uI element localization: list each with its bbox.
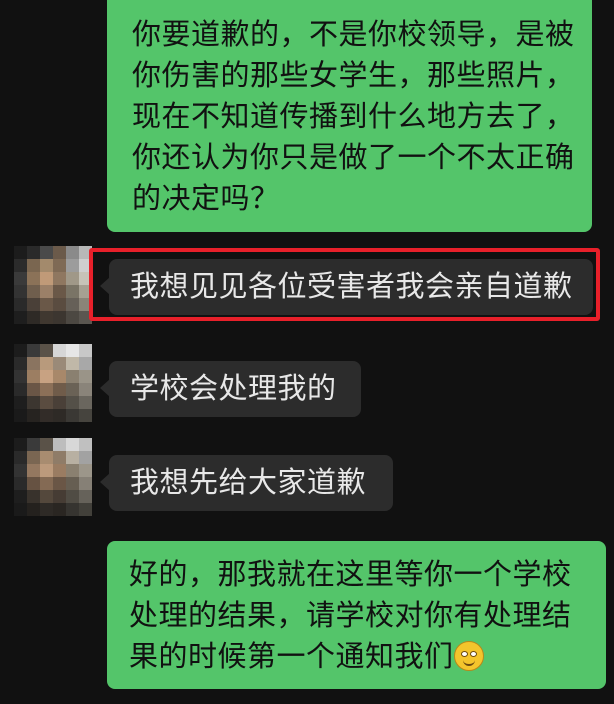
message-line: 果的时候第一个通知我们 <box>129 636 606 677</box>
message-line: 好的，那我就在这里等你一个学校 <box>129 557 572 591</box>
message-bubble-incoming[interactable]: 我想先给大家道歉 <box>109 455 393 511</box>
message-line: 你还认为你只是做了一个不太正确 <box>132 140 575 174</box>
message-line: 的决定吗？ <box>132 181 280 215</box>
message-text: 学校会处理我的 <box>130 371 337 405</box>
chat-window: 你要道歉的，不是你校领导，是被 你伤害的那些女学生，那些照片， 现在不知道传播到… <box>0 0 614 704</box>
highlight-box <box>89 248 600 321</box>
message-bubble-incoming[interactable]: 学校会处理我的 <box>109 361 361 417</box>
message-text: 我想先给大家道歉 <box>130 465 367 499</box>
message-bubble-outgoing[interactable]: 你要道歉的，不是你校领导，是被 你伤害的那些女学生，那些照片， 现在不知道传播到… <box>107 0 592 232</box>
message-line: 现在不知道传播到什么地方去了， <box>132 99 575 133</box>
message-line: 处理的结果，请学校对你有处理结 <box>129 598 572 632</box>
message-line: 你要道歉的，不是你校领导，是被 <box>132 17 575 51</box>
message-bubble-outgoing[interactable]: 好的，那我就在这里等你一个学校 处理的结果，请学校对你有处理结 果的时候第一个通… <box>107 541 606 689</box>
avatar[interactable] <box>14 438 92 516</box>
avatar[interactable] <box>14 344 92 422</box>
avatar[interactable] <box>14 246 92 324</box>
message-line: 你伤害的那些女学生，那些照片， <box>132 58 575 92</box>
message-line-text: 果的时候第一个通知我们 <box>129 639 454 673</box>
smiling-face-emoji-icon <box>453 641 484 671</box>
